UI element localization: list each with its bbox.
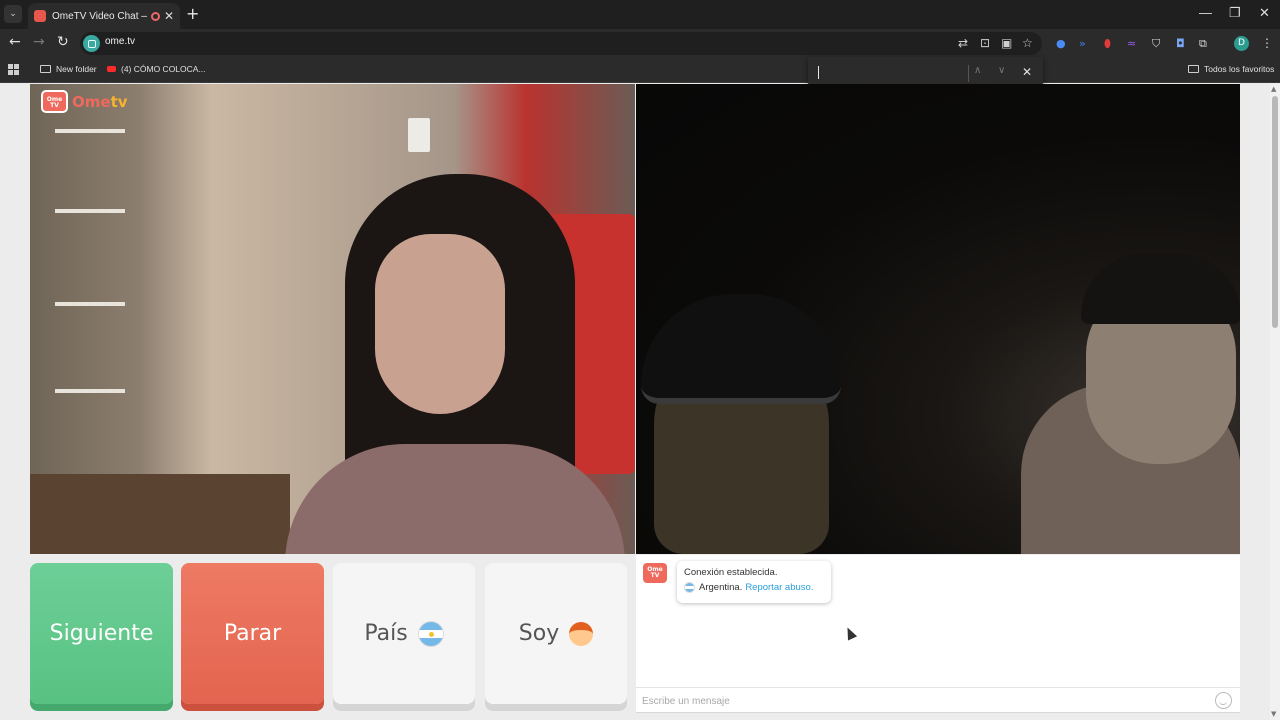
mouse-cursor-icon <box>842 625 858 641</box>
ometv-tv-icon: Ome TV <box>41 90 68 113</box>
scroll-down-icon[interactable]: ▼ <box>1271 710 1276 718</box>
tab-search-button[interactable]: ⌄ <box>4 5 22 23</box>
site-info-icon[interactable] <box>83 35 100 52</box>
gender-select-button[interactable]: Soy <box>485 563 627 704</box>
tab-bar: ⌄ OmeTV Video Chat — Ome ✕ + — ❐ ✕ <box>0 0 1280 29</box>
find-next-icon[interactable]: ∨ <box>998 65 1005 76</box>
profile-avatar[interactable]: D <box>1234 36 1249 51</box>
find-previous-icon[interactable]: ∧ <box>974 65 981 76</box>
extensions-puzzle-icon[interactable]: ⧉ <box>1199 37 1207 51</box>
bookmark-star-icon[interactable]: ☆ <box>1022 36 1033 50</box>
bookmark-label: New folder <box>56 64 97 74</box>
forward-icon[interactable]: → <box>33 34 45 50</box>
country-name: Argentina. <box>699 582 743 593</box>
browser-toolbar: ← → ↻ ome.tv ⇄ ⊡ ▣ ☆ ● » ⬮ ≈ ⛉ ◘ ⧉ <box>0 29 1280 58</box>
page-scrollbar[interactable]: ▲ ▼ <box>1270 84 1280 720</box>
folder-icon <box>1188 65 1199 73</box>
shelf <box>55 129 125 133</box>
extension-audio-icon[interactable]: » <box>1079 37 1086 50</box>
apps-grid-icon[interactable] <box>8 64 19 75</box>
connection-status-text: Conexión establecida. <box>684 567 778 578</box>
minimize-icon[interactable]: — <box>1199 5 1212 20</box>
bookmarks-bar: New folder (4) CÓMO COLOCA... Todos los … <box>0 58 1280 83</box>
scrollbar-thumb[interactable] <box>1272 96 1278 328</box>
browser-menu-icon[interactable]: ⋮ <box>1261 36 1273 50</box>
restore-icon[interactable]: ❐ <box>1229 5 1241 21</box>
reload-icon[interactable]: ↻ <box>57 34 69 50</box>
country-filter-button[interactable]: País <box>333 563 475 704</box>
folder-icon <box>40 65 51 73</box>
chat-input-bar <box>636 687 1240 713</box>
recording-indicator-icon <box>150 11 160 21</box>
stranger-cap <box>641 294 841 404</box>
translate-icon[interactable]: ⇄ <box>958 36 968 50</box>
blanket <box>30 474 290 554</box>
browser-tab[interactable]: OmeTV Video Chat — Ome ✕ <box>28 3 180 29</box>
extension-purple-icon[interactable]: ≈ <box>1127 37 1136 50</box>
tab-title: OmeTV Video Chat — Ome <box>52 10 147 22</box>
install-app-icon[interactable]: ⊡ <box>980 36 990 50</box>
stop-button-label: Parar <box>223 621 282 646</box>
extension-red-icon[interactable]: ⬮ <box>1104 37 1111 51</box>
remote-video-feed <box>636 84 1240 554</box>
next-button[interactable]: Siguiente <box>30 563 173 704</box>
system-message: Conexión establecida. Argentina. Reporta… <box>677 561 831 603</box>
boy-avatar-icon <box>569 621 594 646</box>
bookmark-label: (4) CÓMO COLOCA... <box>121 64 206 74</box>
all-bookmarks-folder[interactable]: Todos los favoritos <box>1188 64 1274 74</box>
extension-discord-icon[interactable]: ◘ <box>1176 37 1185 50</box>
message-input[interactable] <box>642 693 1202 709</box>
argentina-flag-icon <box>417 620 444 647</box>
country-button-label: País <box>364 621 408 646</box>
tab-close-icon[interactable]: ✕ <box>164 9 174 23</box>
address-bar[interactable]: ome.tv ⇄ ⊡ ▣ ☆ <box>80 32 1042 55</box>
ometv-favicon-icon <box>34 10 46 22</box>
stranger-hair <box>1081 254 1240 324</box>
shelf <box>55 389 125 393</box>
ometv-logo: Ome TV Ometv <box>41 90 128 113</box>
person-face <box>375 234 505 414</box>
extension-shield-icon[interactable]: ⛉ <box>1152 37 1160 51</box>
bookmark-youtube[interactable]: (4) CÓMO COLOCA... <box>107 64 206 74</box>
find-divider <box>968 65 969 82</box>
light-switch <box>408 118 430 152</box>
local-video-feed <box>30 84 635 554</box>
emoji-icon[interactable] <box>1215 692 1232 709</box>
logo-text-ome: Ome <box>72 92 111 111</box>
url-text: ome.tv <box>105 36 136 47</box>
ometv-chat-icon: Ome TV <box>643 563 667 583</box>
youtube-icon <box>107 66 116 72</box>
find-input[interactable] <box>816 64 964 82</box>
close-window-icon[interactable]: ✕ <box>1259 5 1270 21</box>
bookmark-new-folder[interactable]: New folder <box>40 64 97 74</box>
find-close-icon[interactable]: ✕ <box>1022 65 1032 79</box>
logo-text-tv: tv <box>110 92 128 111</box>
logo-wordmark: Ometv <box>72 93 128 111</box>
new-tab-button[interactable]: + <box>186 4 199 23</box>
chat-panel: Ome TV Conexión establecida. Argentina. R… <box>636 555 1240 713</box>
gender-button-label: Soy <box>518 621 560 646</box>
shelf <box>55 209 125 213</box>
extension-shazam-icon[interactable]: ● <box>1056 37 1066 50</box>
next-button-label: Siguiente <box>49 621 154 646</box>
scroll-up-icon[interactable]: ▲ <box>1271 85 1276 93</box>
reading-mode-icon[interactable]: ▣ <box>1001 36 1012 50</box>
argentina-flag-icon <box>684 582 695 593</box>
back-icon[interactable]: ← <box>9 34 21 50</box>
report-abuse-link[interactable]: Reportar abuso. <box>745 582 813 593</box>
shelf <box>55 302 125 306</box>
all-bookmarks-label: Todos los favoritos <box>1204 64 1275 74</box>
country-line: Argentina. Reportar abuso. <box>684 582 824 593</box>
stop-button[interactable]: Parar <box>181 563 324 704</box>
